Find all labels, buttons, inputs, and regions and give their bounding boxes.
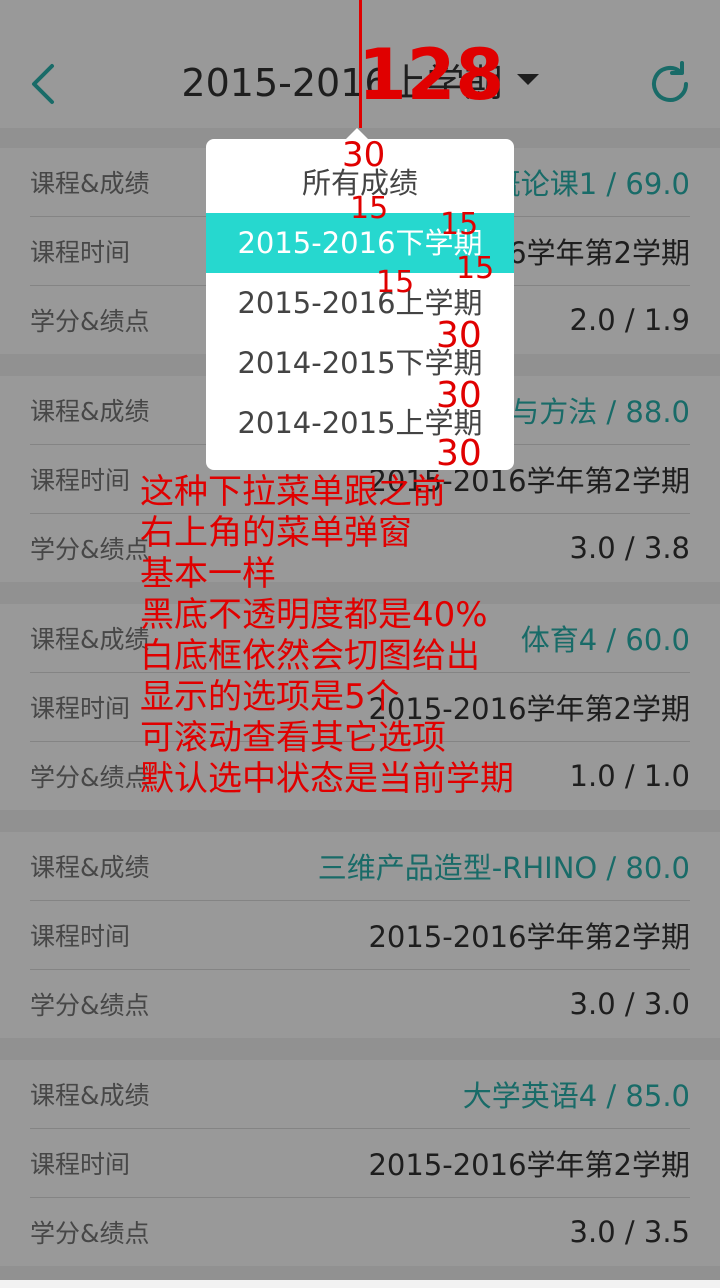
annotation-spacing: 15	[440, 207, 479, 242]
annotation-note-line: 可滚动查看其它选项	[140, 718, 446, 758]
annotation-spacing: 15	[350, 191, 389, 226]
annotation-note: 这种下拉菜单跟之前 右上角的菜单弹窗 基本一样 黑底不透明度都是40% 白底框依…	[140, 472, 514, 800]
annotation-spacing: 15	[376, 265, 415, 300]
annotation-spacing: 30	[436, 375, 482, 416]
annotation-spacing: 15	[456, 251, 495, 286]
annotation-spacing: 30	[436, 433, 482, 474]
semester-dropdown: 所有成绩 2015-2016下学期 2015-2016上学期 2014-2015…	[206, 139, 514, 470]
annotation-note-line: 显示的选项是5个	[140, 677, 400, 717]
annotation-note-line: 右上角的菜单弹窗	[140, 513, 412, 553]
annotation-spacing: 30	[342, 135, 386, 175]
annotation-note-line: 默认选中状态是当前学期	[140, 759, 514, 799]
annotation-note-line: 白底框依然会切图给出	[140, 636, 480, 676]
annotation-note-line: 黑底不透明度都是40%	[140, 595, 488, 635]
annotation-height-label: 128	[358, 34, 505, 116]
annotation-spacing: 30	[436, 315, 482, 356]
annotation-note-line: 这种下拉菜单跟之前	[140, 472, 446, 512]
annotation-note-line: 基本一样	[140, 554, 276, 594]
